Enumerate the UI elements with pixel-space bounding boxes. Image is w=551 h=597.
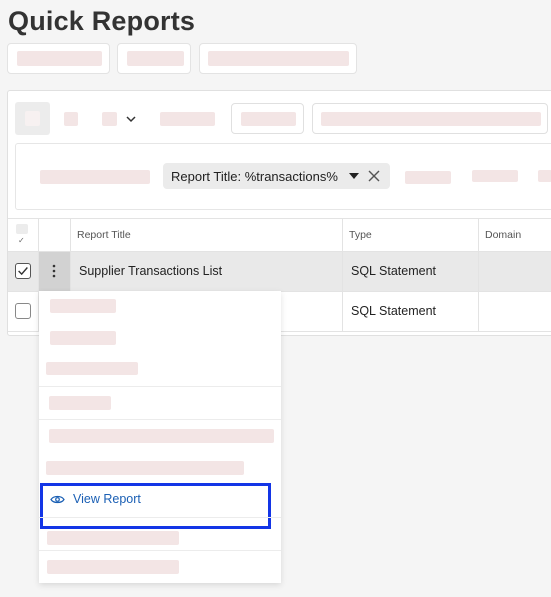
close-icon[interactable] bbox=[367, 169, 381, 183]
redacted-icon bbox=[64, 112, 78, 126]
menu-item-redacted[interactable] bbox=[46, 461, 244, 475]
menu-item-redacted[interactable] bbox=[47, 560, 179, 574]
redacted-icon bbox=[102, 112, 117, 126]
redacted-text bbox=[405, 171, 451, 184]
highlight-box bbox=[40, 483, 271, 529]
column-header-title[interactable]: Report Title bbox=[77, 218, 131, 251]
cell-type: SQL Statement bbox=[351, 304, 436, 318]
row-checkbox[interactable] bbox=[15, 263, 31, 279]
menu-item-redacted[interactable] bbox=[50, 331, 116, 345]
redacted-text bbox=[160, 112, 215, 126]
divider bbox=[39, 419, 281, 420]
page-title: Quick Reports bbox=[8, 6, 196, 36]
menu-item-redacted[interactable] bbox=[46, 362, 138, 375]
divider bbox=[478, 218, 479, 332]
column-header-type[interactable]: Type bbox=[349, 218, 372, 251]
divider bbox=[39, 386, 281, 387]
check-icon: ✓ bbox=[18, 236, 25, 245]
cell-type: SQL Statement bbox=[351, 264, 436, 278]
menu-item-label: View Report bbox=[73, 492, 141, 506]
more-vertical-icon[interactable] bbox=[52, 264, 56, 278]
divider bbox=[39, 517, 281, 518]
menu-item-view-report[interactable]: View Report bbox=[50, 492, 141, 506]
redacted-text bbox=[40, 170, 150, 184]
divider bbox=[39, 550, 281, 551]
divider bbox=[342, 218, 343, 332]
chevron-down-icon[interactable] bbox=[124, 112, 138, 126]
menu-item-redacted[interactable] bbox=[49, 396, 111, 410]
redacted-text bbox=[538, 170, 551, 182]
menu-item-redacted[interactable] bbox=[49, 429, 274, 443]
menu-item-redacted[interactable] bbox=[47, 531, 179, 545]
redacted-text bbox=[472, 170, 518, 182]
divider bbox=[70, 218, 71, 291]
row-checkbox[interactable] bbox=[15, 303, 31, 319]
eye-icon bbox=[50, 495, 65, 503]
column-header-domain[interactable]: Domain bbox=[485, 218, 521, 251]
redacted-text bbox=[321, 112, 541, 126]
redacted-text bbox=[208, 51, 349, 66]
redacted-text bbox=[17, 51, 102, 66]
select-mode-icon bbox=[25, 111, 40, 126]
select-all-checkbox[interactable] bbox=[16, 224, 28, 234]
divider bbox=[8, 251, 551, 252]
redacted-text bbox=[127, 51, 184, 66]
redacted-text bbox=[241, 112, 296, 126]
filter-chip-label: Report Title: %transactions% bbox=[171, 168, 338, 184]
cell-report-title[interactable]: Supplier Transactions List bbox=[79, 264, 222, 278]
check-icon bbox=[18, 267, 28, 276]
caret-down-icon[interactable] bbox=[349, 173, 359, 179]
menu-item-redacted[interactable] bbox=[50, 299, 116, 313]
